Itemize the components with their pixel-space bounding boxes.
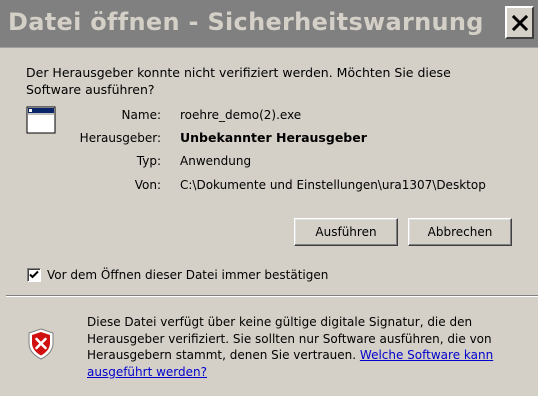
confirm-checkbox-label[interactable]: Vor dem Öffnen dieser Datei immer bestät… [47, 268, 328, 282]
name-value: roehre_demo(2).exe [180, 108, 302, 122]
close-icon [511, 14, 528, 31]
checkmark-icon [29, 270, 39, 279]
application-window-icon [26, 106, 56, 134]
cancel-button[interactable]: Abbrechen [408, 218, 512, 246]
from-label: Von: [134, 178, 161, 192]
type-label: Typ: [136, 154, 161, 168]
close-button[interactable] [505, 6, 534, 39]
separator-highlight [6, 296, 538, 297]
name-label: Name: [121, 108, 161, 122]
title-bar[interactable]: Datei öffnen - Sicherheitswarnung [0, 0, 538, 48]
publisher-label: Herausgeber: [79, 131, 161, 145]
from-value: C:\Dokumente und Einstellungen\ura1307\D… [180, 178, 486, 192]
security-shield-error-icon [28, 328, 54, 360]
type-value: Anwendung [180, 154, 252, 168]
confirm-checkbox[interactable] [27, 268, 41, 282]
warning-text: Diese Datei verfügt über keine gültige d… [87, 314, 517, 380]
publisher-value: Unbekannter Herausgeber [180, 130, 367, 145]
security-question: Der Herausgeber konnte nicht verifiziert… [26, 65, 451, 97]
run-button[interactable]: Ausführen [294, 218, 398, 246]
dialog-title: Datei öffnen - Sicherheitswarnung [8, 8, 484, 36]
